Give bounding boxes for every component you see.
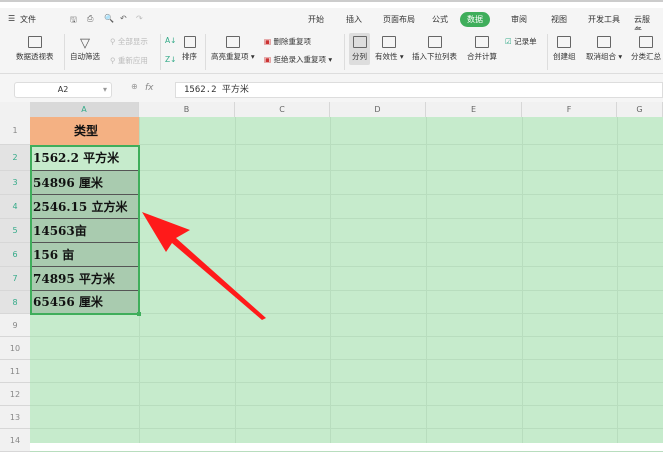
annotation-arrow (142, 212, 266, 320)
arrow-shape (142, 212, 266, 320)
